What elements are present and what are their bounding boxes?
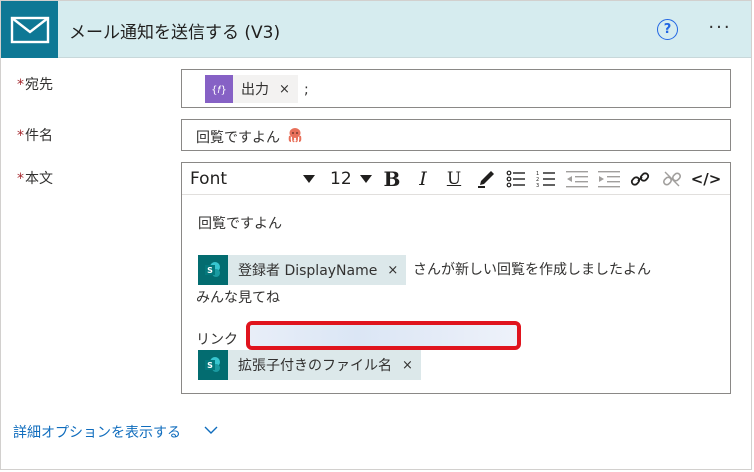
increase-indent-icon[interactable] [596, 167, 622, 191]
svg-text:S: S [207, 266, 213, 275]
body-line-2-suffix: さんが新しい回覧を作成しましたよん [413, 262, 651, 278]
link-label: リンク [196, 332, 238, 348]
body-label-text: 本文 [25, 171, 53, 187]
remove-token-button[interactable]: × [377, 263, 406, 278]
send-email-action-card: メール通知を送信する (V3) ? ··· *宛先 {𝑓} 出力 × ; *件名… [0, 0, 752, 470]
subject-value: 回覧ですよん [196, 130, 280, 146]
dropdown-arrow-icon [360, 175, 372, 183]
code-view-button[interactable]: </> [690, 167, 722, 191]
svg-text:{𝑓}: {𝑓} [211, 85, 227, 96]
more-options-button[interactable]: ··· [705, 15, 735, 39]
font-family-select[interactable]: Font [190, 167, 315, 191]
font-size-value: 12 [330, 169, 352, 189]
show-advanced-options-link[interactable]: 詳細オプションを表示する [13, 422, 181, 442]
output-token-label: 出力 [241, 82, 269, 98]
body-label: *本文 [17, 168, 53, 188]
svg-text:S: S [207, 361, 213, 370]
action-header[interactable]: メール通知を送信する (V3) ? ··· [1, 1, 751, 58]
svg-text:3: 3 [536, 183, 539, 188]
dropdown-arrow-icon [303, 175, 315, 183]
rich-text-toolbar: Font 12 B I U 123 </> [182, 163, 730, 195]
link-icon[interactable] [628, 167, 652, 191]
required-mark: * [17, 77, 24, 93]
bullet-list-icon[interactable] [504, 167, 528, 191]
remove-token-button[interactable]: × [269, 82, 298, 97]
underline-button[interactable]: U [442, 167, 466, 191]
to-field[interactable]: {𝑓} 出力 × ; [181, 69, 731, 108]
registrant-token-label: 登録者 DisplayName [238, 263, 378, 279]
subject-label: *件名 [17, 125, 53, 145]
filename-token-label: 拡張子付きのファイル名 [238, 358, 392, 374]
to-separator: ; [304, 82, 309, 98]
action-title: メール通知を送信する (V3) [69, 23, 281, 43]
decrease-indent-icon[interactable] [564, 167, 590, 191]
subject-input[interactable]: 回覧ですよん [181, 119, 731, 151]
help-icon[interactable]: ? [657, 19, 678, 40]
body-line-3: みんな見てね [196, 290, 280, 306]
font-family-value: Font [190, 169, 228, 189]
body-editor[interactable]: Font 12 B I U 123 </> 回覧ですよん S 登録者 Displ… [181, 162, 731, 394]
body-line-1: 回覧ですよん [198, 216, 282, 232]
italic-button[interactable]: I [412, 167, 434, 191]
font-size-select[interactable]: 12 [330, 167, 372, 191]
subject-label-text: 件名 [25, 128, 53, 144]
octopus-icon [287, 127, 303, 147]
expression-icon: {𝑓} [205, 75, 233, 103]
chevron-down-icon[interactable] [204, 422, 218, 442]
to-label: *宛先 [17, 74, 53, 94]
output-token[interactable]: {𝑓} 出力 × [205, 75, 298, 103]
numbered-list-icon[interactable]: 123 [534, 167, 558, 191]
remove-token-button[interactable]: × [392, 358, 421, 373]
unlink-icon[interactable] [660, 167, 684, 191]
to-label-text: 宛先 [25, 77, 53, 93]
required-mark: * [17, 128, 24, 144]
mail-icon [1, 1, 58, 58]
sharepoint-icon: S [198, 255, 228, 285]
sharepoint-icon: S [198, 350, 228, 380]
filename-with-extension-token[interactable]: S 拡張子付きのファイル名 × [198, 350, 421, 380]
required-mark: * [17, 171, 24, 187]
bold-button[interactable]: B [380, 167, 404, 191]
highlight-pen-icon[interactable] [474, 167, 498, 191]
registrant-displayname-token[interactable]: S 登録者 DisplayName × [198, 255, 407, 285]
redacted-link-highlight[interactable] [246, 321, 521, 350]
